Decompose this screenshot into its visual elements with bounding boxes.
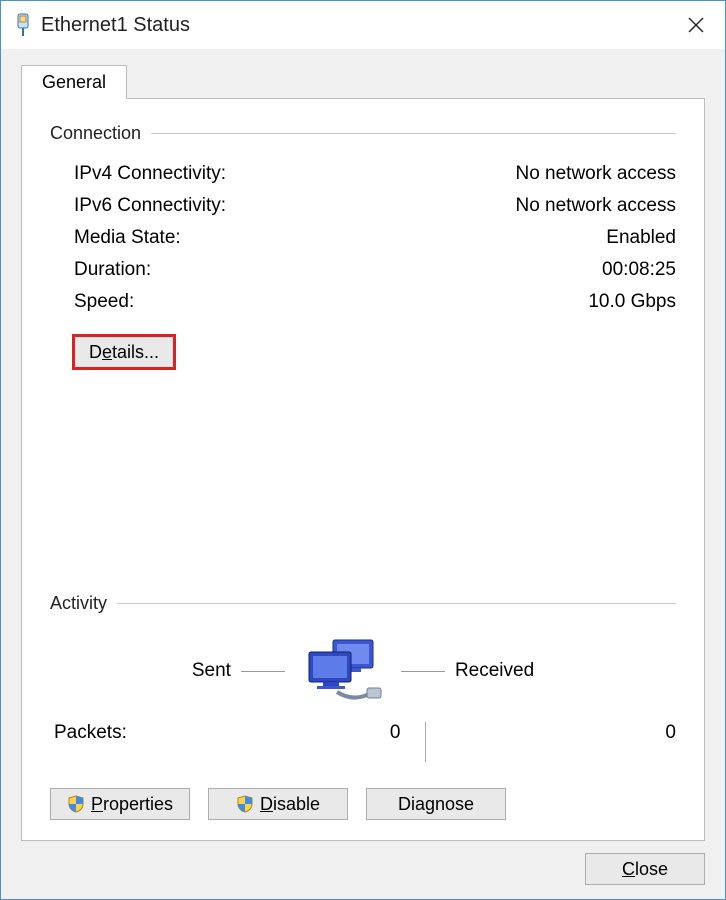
row-speed: Speed: 10.0 Gbps [74,291,676,313]
row-ipv6: IPv6 Connectivity: No network access [74,195,676,217]
ethernet-status-window: Ethernet1 Status General Connection IPv4… [0,0,726,900]
tab-general[interactable]: General [21,65,127,99]
dialog-footer: Close [21,841,705,885]
group-connection: Connection [50,123,676,144]
media-state-label: Media State: [74,227,181,249]
window-title: Ethernet1 Status [41,14,673,37]
properties-suffix: roperties [103,794,173,814]
ipv6-label: IPv6 Connectivity: [74,195,226,217]
ipv6-value: No network access [515,195,676,217]
title-bar: Ethernet1 Status [1,1,725,49]
details-button-prefix: D [89,342,102,363]
activity-graphic: Sent [50,636,676,706]
divider [151,133,676,134]
divider [241,671,285,672]
disable-suffix: isable [273,794,320,814]
group-activity-label: Activity [50,593,107,614]
window-close-button[interactable] [673,9,719,41]
row-ipv4: IPv4 Connectivity: No network access [74,163,676,185]
client-area: General Connection IPv4 Connectivity: No… [1,49,725,899]
speed-label: Speed: [74,291,134,313]
divider [117,603,676,604]
tab-panel-general: Connection IPv4 Connectivity: No network… [21,98,705,841]
packets-label: Packets: [54,722,174,744]
diagnose-prefix: Dia [398,794,425,814]
action-button-row: Properties Disable [50,788,676,820]
media-state-value: Enabled [606,227,676,249]
diagnose-button[interactable]: Diagnose [366,788,506,820]
uac-shield-icon [236,795,254,813]
received-label: Received [455,660,534,682]
ipv4-value: No network access [515,163,676,185]
divider [401,671,445,672]
row-media-state: Media State: Enabled [74,227,676,249]
properties-button[interactable]: Properties [50,788,190,820]
group-activity: Activity [50,593,676,614]
diagnose-suffix: nose [435,794,474,814]
row-packets: Packets: 0 0 [50,722,676,762]
diagnose-accel: g [425,794,435,814]
speed-value: 10.0 Gbps [588,291,676,313]
duration-label: Duration: [74,259,151,281]
divider [425,722,426,762]
row-duration: Duration: 00:08:25 [74,259,676,281]
details-button-accel: e [102,342,112,363]
properties-accel: P [91,794,103,814]
close-accel: C [622,859,635,879]
disable-button[interactable]: Disable [208,788,348,820]
packets-received-value: 0 [450,722,677,744]
sent-label: Sent [192,660,231,682]
close-button[interactable]: Close [585,853,705,885]
duration-value: 00:08:25 [602,259,676,281]
packets-sent-value: 0 [174,722,401,744]
ipv4-label: IPv4 Connectivity: [74,163,226,185]
details-button-suffix: tails... [112,342,159,363]
tab-strip: General [21,61,705,99]
uac-shield-icon [67,795,85,813]
details-button[interactable]: Details... [74,336,174,368]
group-connection-label: Connection [50,123,141,144]
close-suffix: lose [635,859,668,879]
ethernet-icon [15,13,31,37]
network-computers-icon [295,636,391,706]
disable-accel: D [260,794,273,814]
